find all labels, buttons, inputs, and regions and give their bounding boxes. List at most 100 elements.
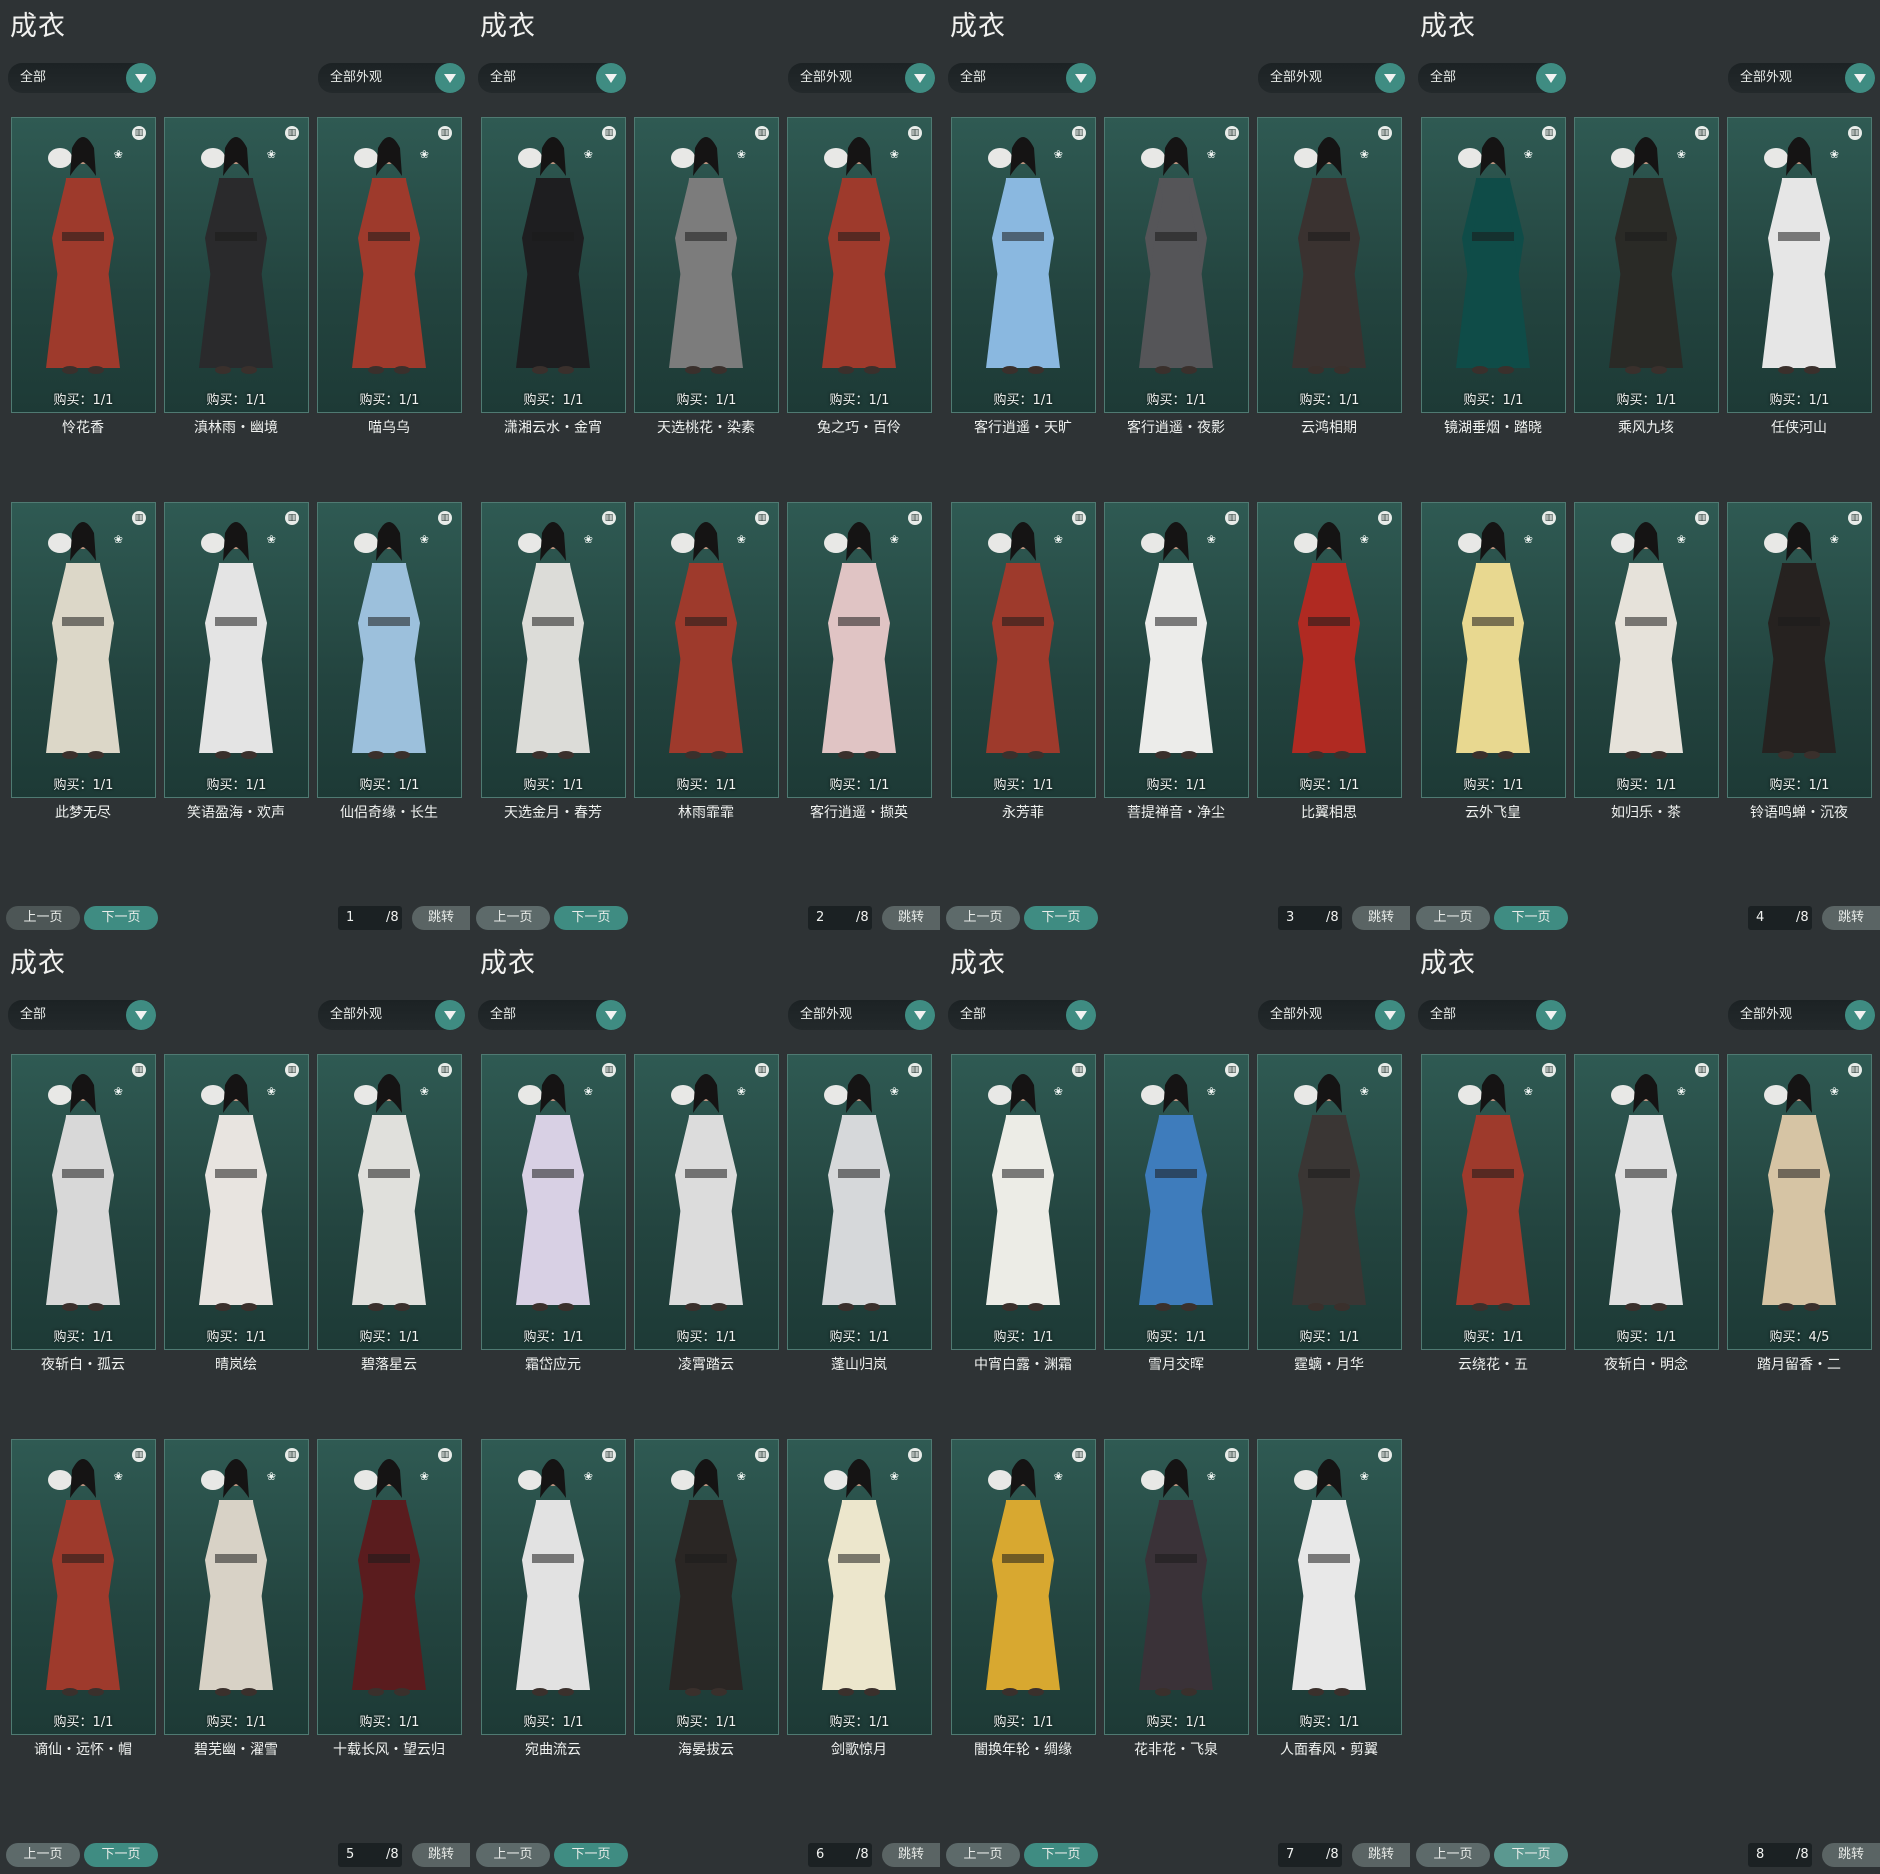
outfit-card[interactable]: ▥ ❀ 购买：1/1 xyxy=(1421,1054,1566,1350)
appearance-dropdown[interactable]: 全部外观 xyxy=(1258,63,1405,93)
trash-icon[interactable]: ▥ xyxy=(285,1063,299,1077)
outfit-card[interactable]: ▥ ❀ 购买：1/1 xyxy=(1104,502,1249,798)
trash-icon[interactable]: ▥ xyxy=(285,126,299,140)
page-number-input[interactable]: 5/8 xyxy=(338,1843,402,1867)
outfit-card[interactable]: ▥ ❀ 购买：1/1 xyxy=(634,117,779,413)
prev-page-button[interactable]: 上一页 xyxy=(946,906,1020,930)
chevron-down-icon[interactable] xyxy=(1536,1000,1566,1030)
page-number-input[interactable]: 7/8 xyxy=(1278,1843,1342,1867)
trash-icon[interactable]: ▥ xyxy=(1848,126,1862,140)
outfit-card[interactable]: ▥ ❀ 购买：1/1 xyxy=(1421,117,1566,413)
trash-icon[interactable]: ▥ xyxy=(1695,511,1709,525)
outfit-card[interactable]: ▥ ❀ 购买：1/1 xyxy=(951,1439,1096,1735)
outfit-card[interactable]: ▥ ❀ 购买：1/1 xyxy=(481,117,626,413)
outfit-card[interactable]: ▥ ❀ 购买：1/1 xyxy=(164,502,309,798)
chevron-down-icon[interactable] xyxy=(435,1000,465,1030)
next-page-button[interactable]: 下一页 xyxy=(1494,1843,1568,1867)
category-dropdown[interactable]: 全部 xyxy=(478,63,626,93)
jump-button[interactable]: 跳转 xyxy=(1822,1843,1880,1867)
outfit-card[interactable]: ▥ ❀ 购买：1/1 xyxy=(1727,117,1872,413)
jump-button[interactable]: 跳转 xyxy=(882,906,940,930)
trash-icon[interactable]: ▥ xyxy=(908,511,922,525)
outfit-card[interactable]: ▥ ❀ 购买：1/1 xyxy=(481,502,626,798)
outfit-card[interactable]: ▥ ❀ 购买：1/1 xyxy=(1421,502,1566,798)
prev-page-button[interactable]: 上一页 xyxy=(476,906,550,930)
trash-icon[interactable]: ▥ xyxy=(132,511,146,525)
trash-icon[interactable]: ▥ xyxy=(438,1063,452,1077)
appearance-dropdown[interactable]: 全部外观 xyxy=(788,63,935,93)
outfit-card[interactable]: ▥ ❀ 购买：1/1 xyxy=(11,502,156,798)
outfit-card[interactable]: ▥ ❀ 购买：1/1 xyxy=(1574,1054,1719,1350)
trash-icon[interactable]: ▥ xyxy=(1378,511,1392,525)
outfit-card[interactable]: ▥ ❀ 购买：1/1 xyxy=(317,502,462,798)
outfit-card[interactable]: ▥ ❀ 购买：1/1 xyxy=(634,1054,779,1350)
chevron-down-icon[interactable] xyxy=(596,63,626,93)
trash-icon[interactable]: ▥ xyxy=(1848,1063,1862,1077)
prev-page-button[interactable]: 上一页 xyxy=(946,1843,1020,1867)
category-dropdown[interactable]: 全部 xyxy=(948,63,1096,93)
trash-icon[interactable]: ▥ xyxy=(1378,1063,1392,1077)
prev-page-button[interactable]: 上一页 xyxy=(476,1843,550,1867)
chevron-down-icon[interactable] xyxy=(1066,1000,1096,1030)
outfit-card[interactable]: ▥ ❀ 购买：1/1 xyxy=(1257,117,1402,413)
trash-icon[interactable]: ▥ xyxy=(602,126,616,140)
outfit-card[interactable]: ▥ ❀ 购买：1/1 xyxy=(1727,502,1872,798)
appearance-dropdown[interactable]: 全部外观 xyxy=(1728,1000,1875,1030)
outfit-card[interactable]: ▥ ❀ 购买：1/1 xyxy=(1257,502,1402,798)
trash-icon[interactable]: ▥ xyxy=(1072,511,1086,525)
jump-button[interactable]: 跳转 xyxy=(412,906,470,930)
prev-page-button[interactable]: 上一页 xyxy=(6,1843,80,1867)
page-number-input[interactable]: 2/8 xyxy=(808,906,872,930)
chevron-down-icon[interactable] xyxy=(905,63,935,93)
trash-icon[interactable]: ▥ xyxy=(1542,1063,1556,1077)
chevron-down-icon[interactable] xyxy=(1845,1000,1875,1030)
page-number-input[interactable]: 6/8 xyxy=(808,1843,872,1867)
trash-icon[interactable]: ▥ xyxy=(1225,511,1239,525)
category-dropdown[interactable]: 全部 xyxy=(8,63,156,93)
outfit-card[interactable]: ▥ ❀ 购买：1/1 xyxy=(787,117,932,413)
trash-icon[interactable]: ▥ xyxy=(1225,1063,1239,1077)
trash-icon[interactable]: ▥ xyxy=(1378,126,1392,140)
outfit-card[interactable]: ▥ ❀ 购买：1/1 xyxy=(1257,1054,1402,1350)
page-number-input[interactable]: 1/8 xyxy=(338,906,402,930)
trash-icon[interactable]: ▥ xyxy=(1225,126,1239,140)
chevron-down-icon[interactable] xyxy=(1066,63,1096,93)
trash-icon[interactable]: ▥ xyxy=(132,1063,146,1077)
next-page-button[interactable]: 下一页 xyxy=(1024,906,1098,930)
appearance-dropdown[interactable]: 全部外观 xyxy=(318,63,465,93)
chevron-down-icon[interactable] xyxy=(1375,63,1405,93)
trash-icon[interactable]: ▥ xyxy=(1072,126,1086,140)
trash-icon[interactable]: ▥ xyxy=(755,1063,769,1077)
next-page-button[interactable]: 下一页 xyxy=(1494,906,1568,930)
chevron-down-icon[interactable] xyxy=(1536,63,1566,93)
chevron-down-icon[interactable] xyxy=(126,1000,156,1030)
trash-icon[interactable]: ▥ xyxy=(908,1448,922,1462)
outfit-card[interactable]: ▥ ❀ 购买：1/1 xyxy=(1257,1439,1402,1735)
outfit-card[interactable]: ▥ ❀ 购买：1/1 xyxy=(1104,1439,1249,1735)
outfit-card[interactable]: ▥ ❀ 购买：1/1 xyxy=(164,1439,309,1735)
outfit-card[interactable]: ▥ ❀ 购买：1/1 xyxy=(787,1054,932,1350)
outfit-card[interactable]: ▥ ❀ 购买：1/1 xyxy=(787,502,932,798)
outfit-card[interactable]: ▥ ❀ 购买：1/1 xyxy=(317,117,462,413)
category-dropdown[interactable]: 全部 xyxy=(478,1000,626,1030)
jump-button[interactable]: 跳转 xyxy=(882,1843,940,1867)
next-page-button[interactable]: 下一页 xyxy=(554,1843,628,1867)
outfit-card[interactable]: ▥ ❀ 购买：1/1 xyxy=(317,1054,462,1350)
chevron-down-icon[interactable] xyxy=(596,1000,626,1030)
appearance-dropdown[interactable]: 全部外观 xyxy=(788,1000,935,1030)
page-number-input[interactable]: 8/8 xyxy=(1748,1843,1812,1867)
category-dropdown[interactable]: 全部 xyxy=(1418,63,1566,93)
trash-icon[interactable]: ▥ xyxy=(1542,511,1556,525)
trash-icon[interactable]: ▥ xyxy=(908,126,922,140)
outfit-card[interactable]: ▥ ❀ 购买：1/1 xyxy=(11,117,156,413)
trash-icon[interactable]: ▥ xyxy=(755,511,769,525)
next-page-button[interactable]: 下一页 xyxy=(84,906,158,930)
outfit-card[interactable]: ▥ ❀ 购买：1/1 xyxy=(1574,117,1719,413)
jump-button[interactable]: 跳转 xyxy=(1822,906,1880,930)
page-number-input[interactable]: 3/8 xyxy=(1278,906,1342,930)
trash-icon[interactable]: ▥ xyxy=(1848,511,1862,525)
next-page-button[interactable]: 下一页 xyxy=(1024,1843,1098,1867)
trash-icon[interactable]: ▥ xyxy=(755,1448,769,1462)
trash-icon[interactable]: ▥ xyxy=(438,511,452,525)
outfit-card[interactable]: ▥ ❀ 购买：1/1 xyxy=(951,1054,1096,1350)
